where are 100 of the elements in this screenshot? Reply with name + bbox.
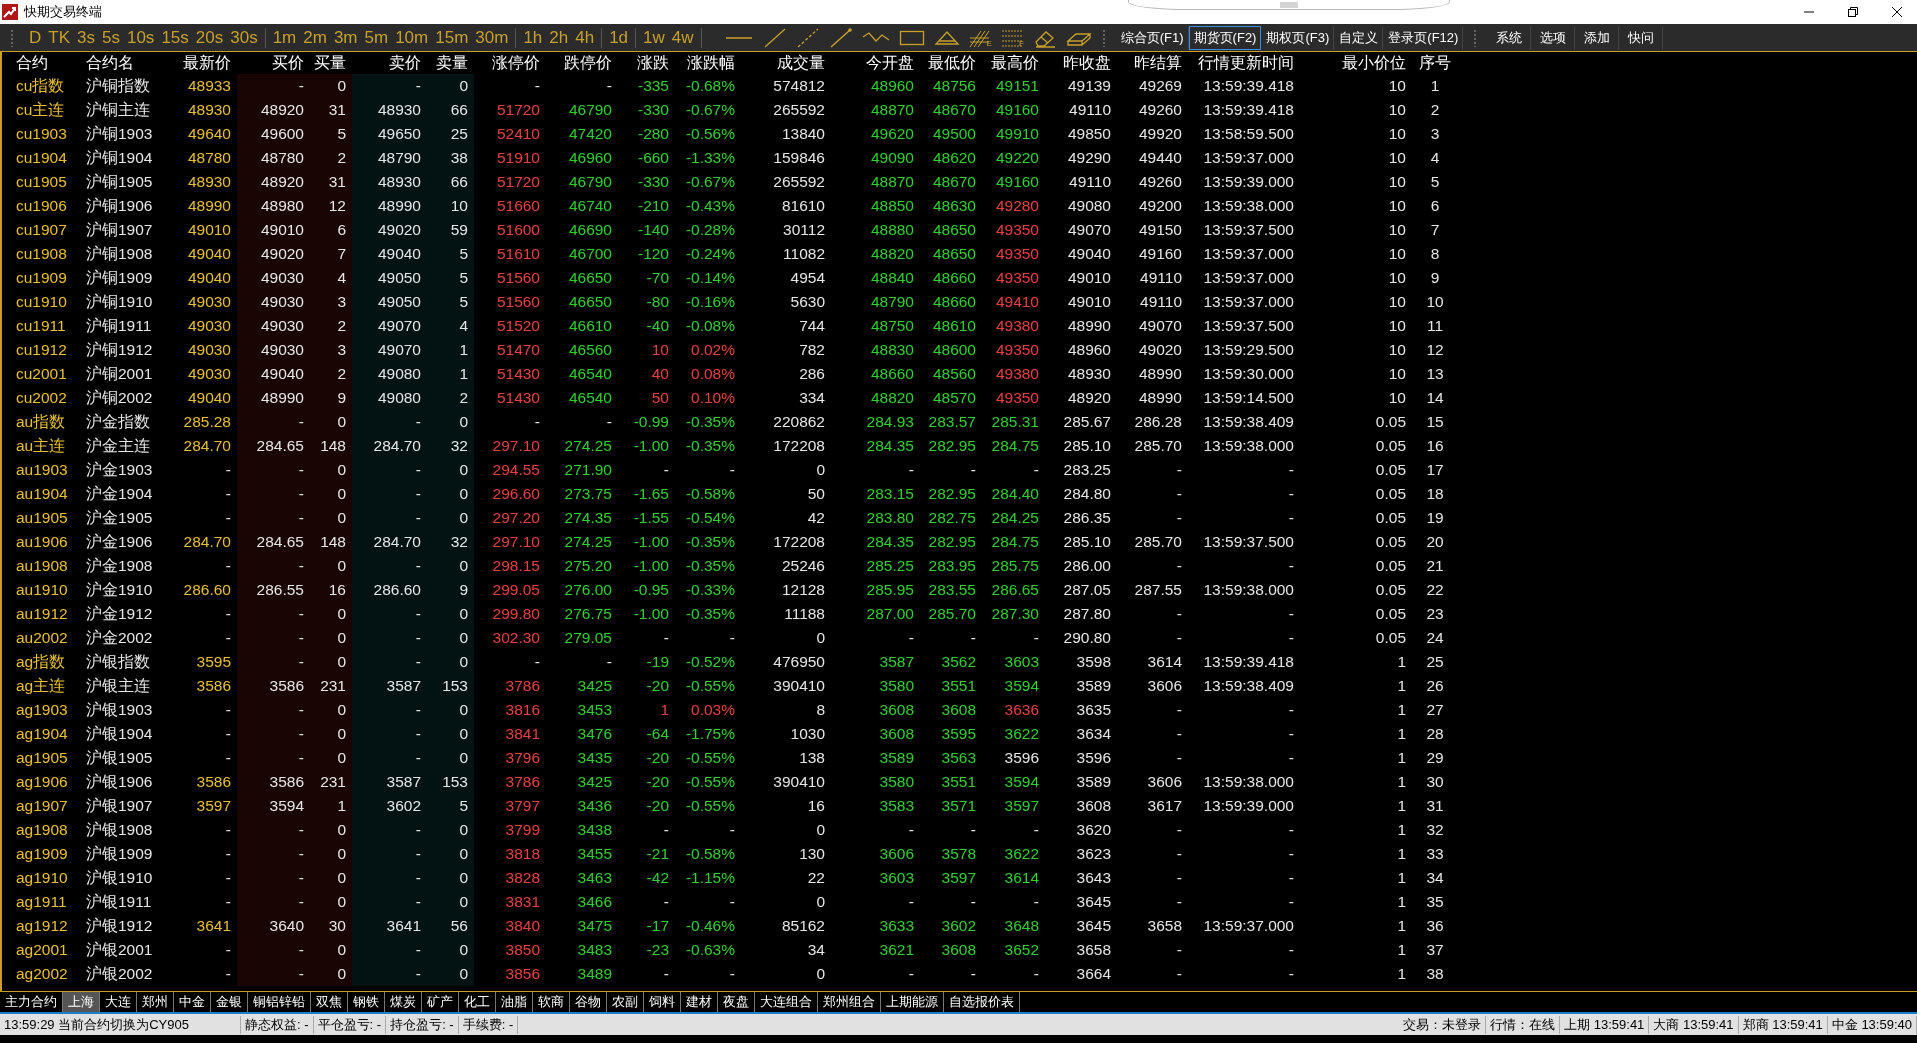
rectangle-icon[interactable] [898, 28, 925, 47]
table-cell: 48610 [932, 317, 976, 334]
period-button[interactable]: 4h [575, 27, 595, 48]
period-button[interactable]: 4w [671, 27, 694, 48]
page-tab[interactable]: 综合页(F1) [1115, 25, 1189, 50]
page-tab[interactable]: 期权页(F3) [1261, 25, 1335, 50]
exchange-tab[interactable]: 大连 [100, 992, 137, 1012]
table-cell: - [1288, 701, 1294, 718]
menu-item[interactable]: 系统 [1487, 25, 1532, 50]
level-lines-tool[interactable]: F [1000, 27, 1024, 48]
exchange-tab[interactable]: 建材 [681, 992, 718, 1012]
page-tab[interactable]: 登录页(F12) [1383, 25, 1464, 50]
table-cell: 3587 [386, 677, 421, 694]
exchange-tab[interactable]: 农副 [607, 992, 644, 1012]
period-button[interactable]: 10m [395, 27, 429, 48]
period-button[interactable]: 3s [77, 27, 95, 48]
column-header[interactable]: 行情更新时间 [1198, 53, 1294, 71]
column-header[interactable]: 买量 [314, 53, 346, 71]
exchange-tab[interactable]: 钢铁 [348, 992, 385, 1012]
column-header[interactable]: 昨结算 [1134, 53, 1182, 71]
exchange-tab[interactable]: 软商 [533, 992, 570, 1012]
exchange-tab[interactable]: 谷物 [570, 992, 607, 1012]
exchange-tab[interactable]: 化工 [459, 992, 496, 1012]
column-header[interactable]: 昨收盘 [1063, 53, 1111, 71]
column-header[interactable]: 买价 [272, 53, 304, 71]
period-button[interactable]: D [29, 27, 42, 48]
period-button[interactable]: 2h [549, 27, 569, 48]
column-header[interactable]: 合约 [16, 53, 48, 71]
exchange-tab[interactable]: 上期能源 [881, 992, 944, 1012]
table-cell: -20 [646, 749, 669, 766]
exchange-tab[interactable]: 郑州组合 [818, 992, 881, 1012]
column-header[interactable]: 跌停价 [564, 53, 612, 71]
line-icon[interactable] [762, 27, 787, 48]
period-button[interactable]: 5s [102, 27, 120, 48]
column-header[interactable]: 涨跌幅 [687, 53, 735, 71]
exchange-tab[interactable]: 上海 [63, 992, 100, 1012]
arrow-line-icon[interactable] [828, 27, 853, 48]
column-header[interactable]: 成交量 [777, 53, 825, 71]
exchange-tab[interactable]: 自选报价表 [944, 992, 1020, 1012]
table-cell: ag1910 [16, 869, 68, 886]
exchange-tab[interactable]: 矿产 [422, 992, 459, 1012]
column-header[interactable]: 最低价 [928, 53, 976, 71]
column-header[interactable]: 最高价 [991, 53, 1039, 71]
period-button[interactable]: 30s [230, 27, 258, 48]
exchange-tab[interactable]: 双焦 [311, 992, 348, 1012]
menu-item[interactable]: 添加 [1575, 25, 1620, 50]
period-button[interactable]: 1d [609, 27, 629, 48]
exchange-tab[interactable]: 金银 [211, 992, 248, 1012]
table-cell: ag1912 [16, 917, 68, 934]
exchange-tab[interactable]: 中金 [174, 992, 211, 1012]
close-icon[interactable] [1891, 6, 1903, 18]
table-cell: 0 [459, 557, 468, 574]
column-header[interactable]: 序号 [1419, 53, 1451, 71]
restore-icon[interactable] [1847, 6, 1859, 18]
table-cell: 285.70 [1134, 533, 1182, 550]
table-cell: 46540 [568, 389, 612, 406]
column-header[interactable]: 涨跌 [637, 53, 669, 71]
dashed-line-icon[interactable] [795, 27, 820, 48]
page-tab[interactable]: 自定义 [1334, 25, 1384, 50]
menu-item[interactable]: 快问 [1619, 25, 1664, 50]
period-button[interactable]: 3m [333, 27, 358, 48]
exchange-tab[interactable]: 铜铝锌铅 [248, 992, 311, 1012]
column-header[interactable]: 合约名 [86, 53, 134, 71]
column-header[interactable]: 最小价位 [1342, 53, 1406, 71]
table-cell: - [908, 893, 914, 910]
fan-lines-tool[interactable]: E [968, 27, 992, 48]
period-button[interactable]: 30m [475, 27, 509, 48]
period-button[interactable]: 1h [523, 27, 543, 48]
period-button[interactable]: 1m [272, 27, 297, 48]
exchange-tab[interactable]: 大连组合 [755, 992, 818, 1012]
column-header[interactable]: 今开盘 [866, 53, 914, 71]
column-header[interactable]: 最新价 [183, 53, 231, 71]
period-button[interactable]: TK [48, 27, 70, 48]
column-header[interactable]: 卖价 [389, 53, 421, 71]
table-cell: 49040 [260, 365, 304, 382]
drag-handle[interactable] [1128, 0, 1450, 10]
period-button[interactable]: 5m [364, 27, 389, 48]
table-cell: 5 [459, 245, 468, 262]
period-button[interactable]: 1w [643, 27, 665, 48]
period-button[interactable]: 10s [126, 27, 155, 48]
table-cell: 0.05 [1375, 485, 1406, 502]
table-cell: 0.10% [691, 389, 735, 406]
exchange-tab[interactable]: 煤炭 [385, 992, 422, 1012]
table-cell: 299.80 [492, 605, 540, 622]
exchange-tab[interactable]: 饲料 [644, 992, 681, 1012]
table-cell: 30112 [783, 221, 825, 238]
exchange-tab[interactable]: 油脂 [496, 992, 533, 1012]
period-button[interactable]: 20s [195, 27, 224, 48]
table-cell: 276.00 [564, 581, 612, 598]
menu-item[interactable]: 选项 [1531, 25, 1576, 50]
table-cell: - [225, 965, 231, 982]
exchange-tab[interactable]: 夜盘 [718, 992, 755, 1012]
period-button[interactable]: 15s [161, 27, 189, 48]
period-button[interactable]: 2m [303, 27, 327, 48]
column-header[interactable]: 涨停价 [492, 53, 540, 71]
page-tab[interactable]: 期货页(F2) [1188, 25, 1262, 50]
column-header[interactable]: 卖量 [436, 53, 468, 71]
period-button[interactable]: 15m [435, 27, 469, 48]
exchange-tab[interactable]: 郑州 [137, 992, 174, 1012]
table-cell: 49350 [995, 245, 1039, 262]
